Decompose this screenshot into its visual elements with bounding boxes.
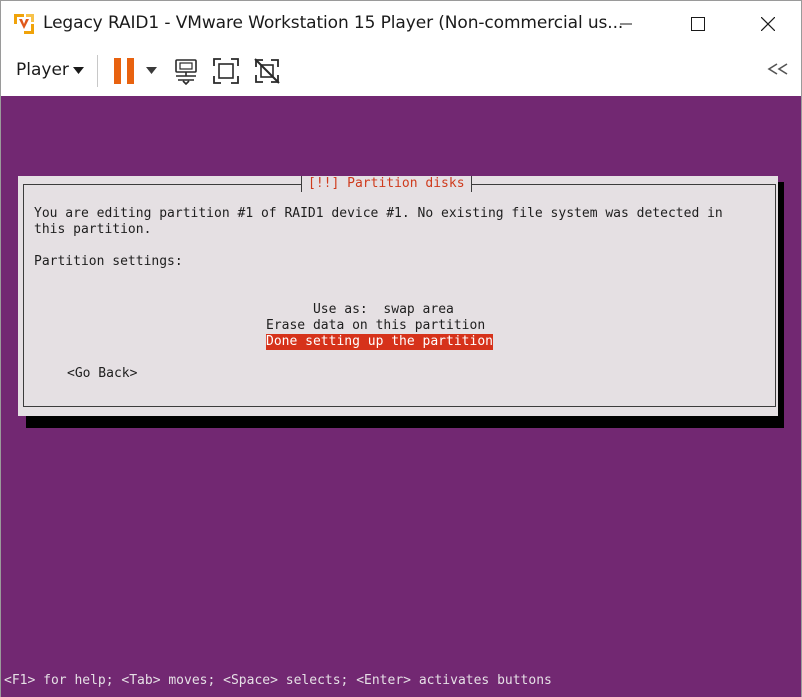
window-title-bar: Legacy RAID1 - VMware Workstation 15 Pla… <box>0 0 802 46</box>
go-back-button[interactable]: <Go Back> <box>67 366 137 382</box>
partition-dialog: [!!] Partition disks You are editing par… <box>18 176 778 416</box>
use-as-value: swap area <box>383 302 454 317</box>
maximize-icon <box>691 17 705 31</box>
player-menu-label: Player <box>16 60 69 80</box>
window-title: Legacy RAID1 - VMware Workstation 15 Pla… <box>43 13 624 33</box>
minimize-icon <box>620 23 632 25</box>
dialog-shadow-bottom <box>26 416 784 428</box>
minimize-button[interactable] <box>603 1 649 47</box>
close-button[interactable] <box>745 1 791 47</box>
toolbar-divider <box>97 55 98 87</box>
send-ctrl-alt-del-icon[interactable] <box>172 57 200 85</box>
chevron-down-icon[interactable] <box>73 67 84 74</box>
help-status-line: <F1> for help; <Tab> moves; <Space> sele… <box>4 673 552 688</box>
collapse-toolbar-icon[interactable] <box>766 63 790 75</box>
done-setting-up-option[interactable]: Done setting up the partition <box>266 334 493 350</box>
pause-options-chevron-icon[interactable] <box>146 67 157 74</box>
maximize-button[interactable] <box>675 1 721 47</box>
settings-heading: Partition settings: <box>34 254 183 269</box>
erase-data-option[interactable]: Erase data on this partition <box>266 318 485 334</box>
close-icon <box>761 17 775 31</box>
vmware-logo-icon <box>12 12 36 36</box>
player-toolbar: Player <box>0 46 802 96</box>
use-as-label: Use as: <box>312 302 368 317</box>
unity-icon[interactable] <box>253 57 281 85</box>
intro-text-line2: this partition. <box>34 222 152 237</box>
dialog-title: [!!] Partition disks <box>301 176 472 192</box>
fullscreen-icon[interactable] <box>212 57 240 85</box>
dialog-shadow-right <box>778 182 784 428</box>
vm-display[interactable]: [!!] Partition disks You are editing par… <box>0 96 802 697</box>
player-menu-button[interactable]: Player <box>16 60 69 80</box>
pause-icon[interactable] <box>114 58 136 84</box>
intro-text-line1: You are editing partition #1 of RAID1 de… <box>34 206 723 221</box>
